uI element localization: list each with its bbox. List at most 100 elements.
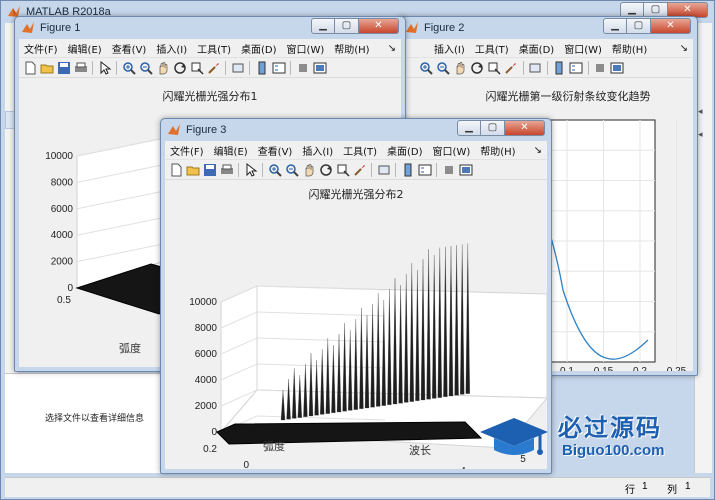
menu-file[interactable]: 文件(F) [165, 143, 209, 158]
menu-help[interactable]: 帮助(H) [329, 41, 374, 56]
print-icon[interactable] [74, 61, 88, 75]
pan-icon[interactable] [453, 61, 467, 75]
figure1-toolbar [19, 57, 401, 77]
dock-arrow-icon[interactable]: ↘ [383, 43, 401, 54]
menu-tools[interactable]: 工具(T) [470, 41, 514, 56]
toolbar-separator [262, 162, 263, 177]
close-button[interactable]: ✕ [651, 18, 691, 34]
save-icon[interactable] [57, 61, 71, 75]
menu-help[interactable]: 帮助(H) [475, 143, 520, 158]
menu-desktop[interactable]: 桌面(D) [236, 41, 282, 56]
data-cursor-icon[interactable] [336, 163, 350, 177]
link-plot-icon[interactable] [528, 61, 542, 75]
maximize-button[interactable]: ▢ [481, 120, 505, 136]
menu-insert[interactable]: 插入(I) [429, 41, 470, 56]
menu-view[interactable]: 查看(V) [107, 41, 152, 56]
menu-edit[interactable]: 编辑(E) [63, 41, 107, 56]
link-plot-icon[interactable] [377, 163, 391, 177]
figure3-menubar: 文件(F) 编辑(E) 查看(V) 插入(I) 工具(T) 桌面(D) 窗口(W… [165, 141, 547, 159]
open-file-icon[interactable] [40, 61, 54, 75]
menu-desktop[interactable]: 桌面(D) [514, 41, 560, 56]
figure1-ztick: 4000 [51, 230, 74, 241]
close-button[interactable]: ✕ [505, 120, 545, 136]
figure2-xtick: 0.15 [594, 366, 614, 371]
figure1-ztick: 2000 [51, 257, 74, 268]
menu-tools[interactable]: 工具(T) [192, 41, 236, 56]
toolbar-separator [238, 162, 239, 177]
legend-icon[interactable] [418, 163, 432, 177]
brush-icon[interactable] [504, 61, 518, 75]
figure3-toolbar [165, 159, 547, 179]
colorbar-icon[interactable] [255, 61, 269, 75]
hide-plot-tools-icon[interactable] [593, 61, 607, 75]
figure1-xlabel: 弧度 [119, 342, 141, 355]
rotate-icon[interactable] [470, 61, 484, 75]
show-plot-tools-icon[interactable] [313, 61, 327, 75]
menu-edit[interactable]: 编辑(E) [209, 143, 253, 158]
colorbar-icon[interactable] [401, 163, 415, 177]
menu-tools[interactable]: 工具(T) [338, 143, 382, 158]
minimize-button[interactable]: ▁ [457, 120, 481, 136]
brush-icon[interactable] [207, 61, 221, 75]
dock-arrow-icon[interactable]: ↘ [529, 145, 547, 156]
hide-plot-tools-icon[interactable] [442, 163, 456, 177]
open-file-icon[interactable] [186, 163, 200, 177]
menu-help[interactable]: 帮助(H) [607, 41, 652, 56]
new-figure-icon[interactable] [169, 163, 183, 177]
show-plot-tools-icon[interactable] [610, 61, 624, 75]
print-icon[interactable] [220, 163, 234, 177]
zoom-out-icon[interactable] [436, 61, 450, 75]
matlab-figure-icon [22, 22, 34, 33]
menu-window[interactable]: 窗口(W) [559, 41, 607, 56]
menu-view[interactable]: 查看(V) [253, 143, 298, 158]
zoom-out-icon[interactable] [139, 61, 153, 75]
menu-window[interactable]: 窗口(W) [282, 41, 330, 56]
edit-plot-arrow-icon[interactable] [244, 162, 258, 177]
colorbar-icon[interactable] [552, 61, 566, 75]
rotate-icon[interactable] [319, 163, 333, 177]
show-plot-tools-icon[interactable] [459, 163, 473, 177]
data-cursor-icon[interactable] [487, 61, 501, 75]
menu-file[interactable]: 文件(F) [19, 41, 63, 56]
menu-insert[interactable]: 插入(I) [297, 143, 338, 158]
edit-plot-arrow-icon[interactable] [98, 60, 112, 75]
link-plot-icon[interactable] [231, 61, 245, 75]
zoom-in-icon[interactable] [122, 61, 136, 75]
collapse-arrow-icon-2[interactable]: ◂ [698, 129, 703, 140]
legend-icon[interactable] [272, 61, 286, 75]
rotate-icon[interactable] [173, 61, 187, 75]
zoom-in-icon[interactable] [419, 61, 433, 75]
minimize-button[interactable]: ▁ [603, 18, 627, 34]
menu-window[interactable]: 窗口(W) [428, 143, 476, 158]
save-icon[interactable] [203, 163, 217, 177]
collapse-arrow-icon[interactable]: ◂ [698, 106, 703, 117]
figure2-toolbar [403, 57, 693, 77]
figure1-title: Figure 1 [40, 22, 81, 34]
toolbar-separator [371, 162, 372, 177]
zoom-in-icon[interactable] [268, 163, 282, 177]
figure1-ztick: 8000 [51, 177, 74, 188]
pan-icon[interactable] [156, 61, 170, 75]
menu-insert[interactable]: 插入(I) [151, 41, 192, 56]
figure2-title: Figure 2 [424, 22, 465, 34]
legend-icon[interactable] [569, 61, 583, 75]
zoom-out-icon[interactable] [285, 163, 299, 177]
matlab-figure-icon [406, 22, 418, 33]
minimize-button[interactable]: ▁ [311, 18, 335, 34]
figure3-ztick: 10000 [189, 297, 217, 308]
watermark-url: Biguo100.com [562, 442, 665, 459]
status-row-label: 行 [625, 485, 635, 496]
maximize-button[interactable]: ▢ [335, 18, 359, 34]
close-button[interactable]: ✕ [359, 18, 399, 34]
data-cursor-icon[interactable] [190, 61, 204, 75]
new-figure-icon[interactable] [23, 61, 37, 75]
brush-icon[interactable] [353, 163, 367, 177]
watermark: 必过源码 Biguo100.com [478, 408, 710, 470]
file-hint: 选择文件以查看详细信息 [45, 414, 145, 424]
figure1-xtick: 0.5 [57, 295, 71, 306]
hide-plot-tools-icon[interactable] [296, 61, 310, 75]
menu-desktop[interactable]: 桌面(D) [382, 143, 428, 158]
dock-arrow-icon[interactable]: ↘ [675, 43, 693, 54]
pan-icon[interactable] [302, 163, 316, 177]
maximize-button[interactable]: ▢ [627, 18, 651, 34]
